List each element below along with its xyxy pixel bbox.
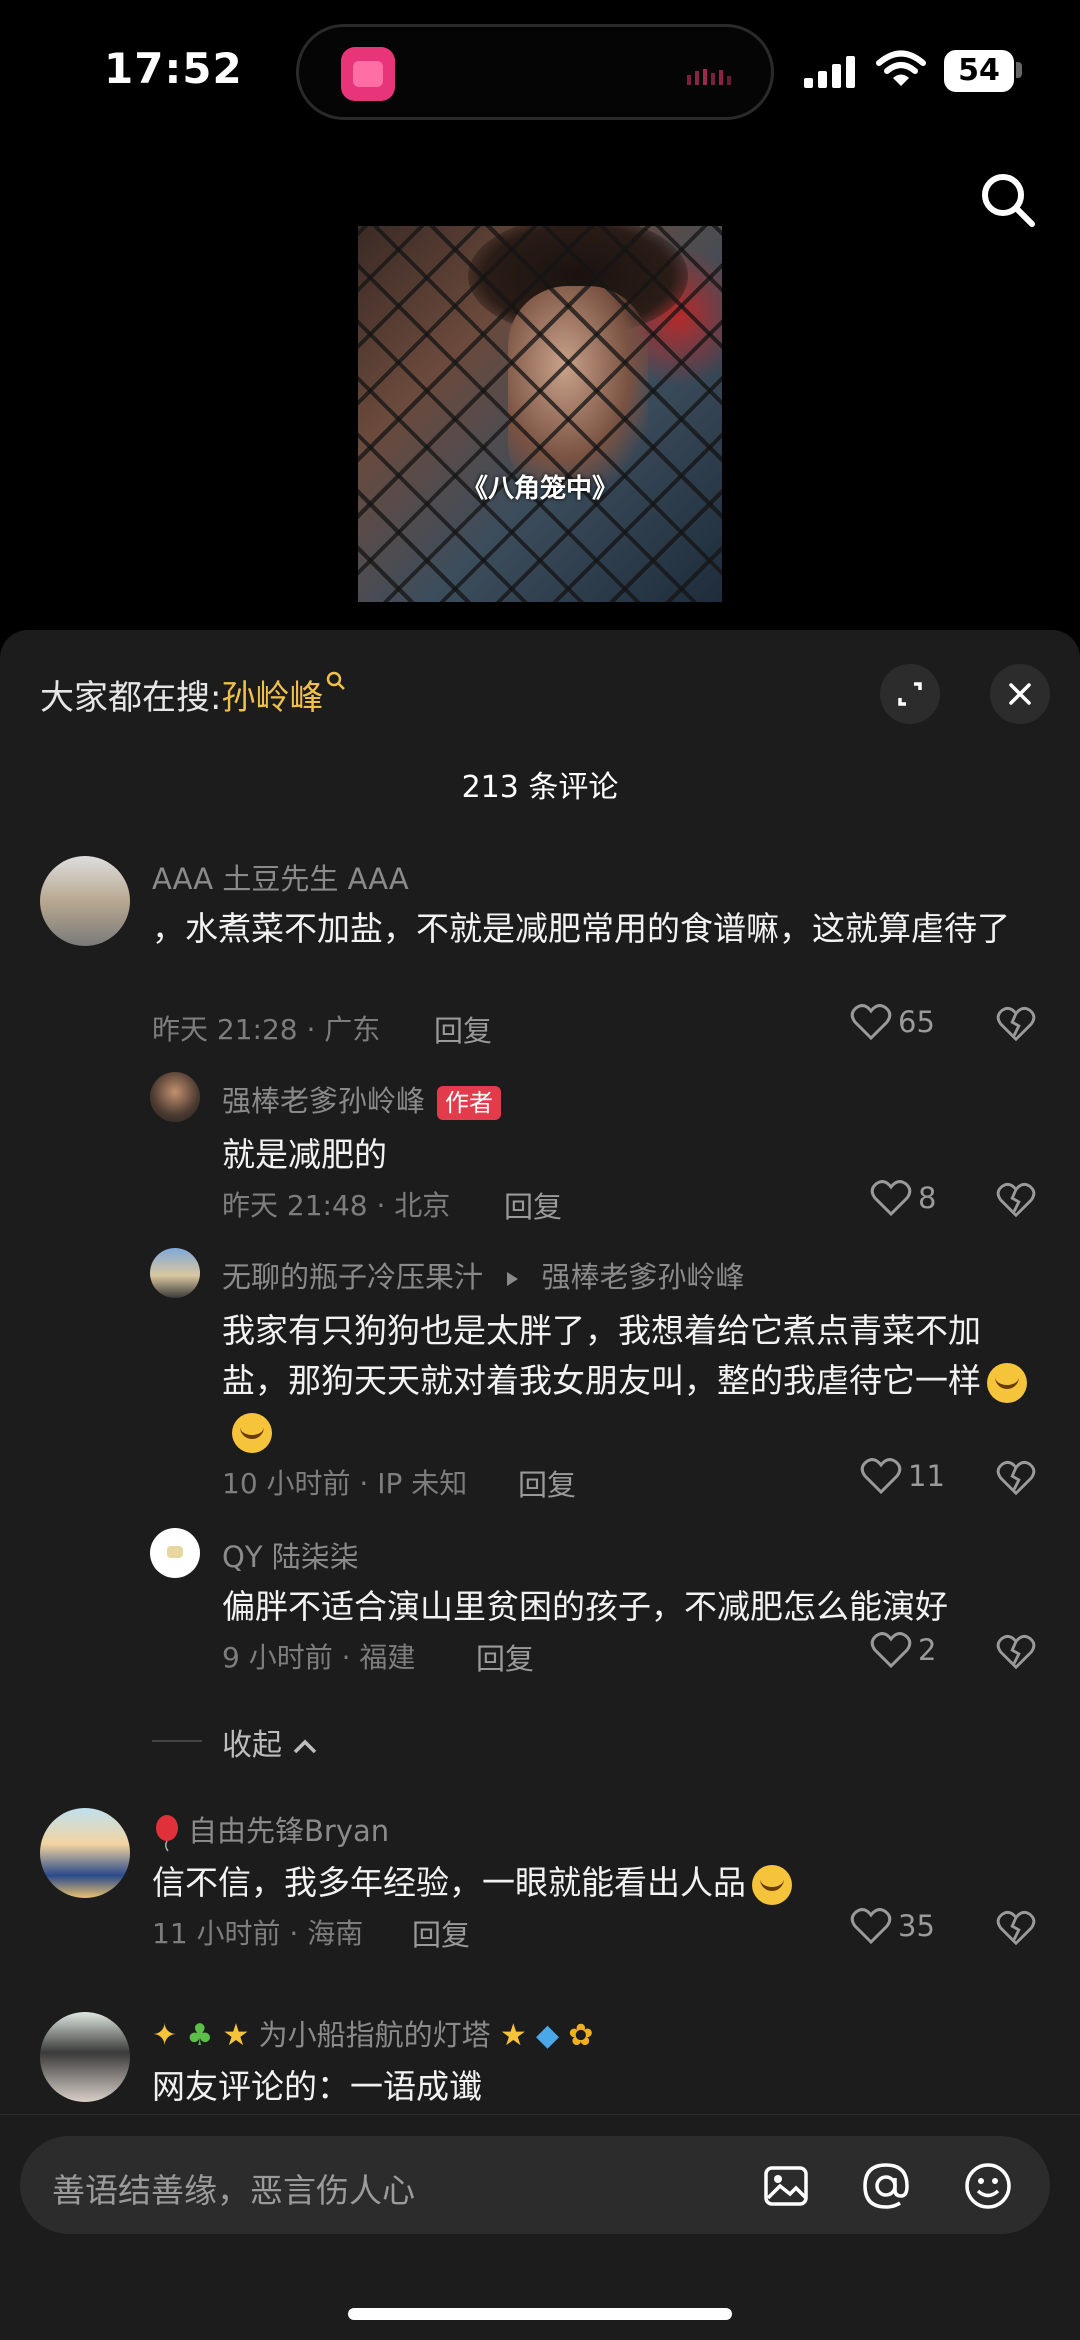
balloon-icon [156,1815,178,1852]
star-emoji: ★ [222,2018,250,2053]
close-button[interactable] [990,664,1050,724]
reply-to-username[interactable]: 强棒老爹孙岭峰 [541,1260,744,1294]
sprout-emoji: ♣ [186,2018,214,2053]
sparkles-emoji: ✦ [152,2018,178,2053]
like-button[interactable]: 65 [850,1002,935,1042]
reply-username[interactable]: 无聊的瓶子冷压果汁 强棒老爹孙岭峰 [222,1254,744,1296]
avatar[interactable] [40,1808,130,1898]
heart-icon [870,1180,912,1217]
cage-fence [358,226,722,602]
like-button[interactable]: 2 [870,1630,936,1670]
audio-wave-icon [687,69,731,85]
expand-button[interactable] [880,664,940,724]
video-thumbnail[interactable]: 《八角笼中》 [358,226,722,602]
mention-icon[interactable] [860,2160,912,2212]
heart-icon [860,1458,902,1495]
heart-icon [850,1004,892,1041]
search-small-icon [327,671,346,690]
dynamic-island [296,24,774,120]
wifi-icon [876,50,926,86]
sunflower-emoji: ✿ [568,2018,594,2053]
like-count: 11 [908,1459,945,1493]
crying-laughing-emoji [232,1412,272,1453]
comment-text-content: 信不信，我多年经验，一眼就能看出人品 [152,1863,746,1902]
close-icon [1009,683,1031,705]
heart-icon [870,1632,912,1669]
avatar[interactable] [150,1072,200,1122]
reply-meta: 10 小时前 · IP 未知 [222,1467,468,1500]
dislike-icon[interactable] [996,1632,1036,1672]
comment-meta: 11 小时前 · 海南 [152,1917,364,1950]
comment-count: 213 条评论 [461,770,619,805]
reply-text: 就是减肥的 [222,1135,387,1174]
comment-username[interactable]: 自由先锋Bryan [152,1808,389,1852]
reply-button[interactable]: 回复 [434,1008,492,1050]
hot-search-label: 大家都在搜: [40,678,222,718]
like-button[interactable]: 11 [860,1456,945,1496]
reply-button[interactable]: 回复 [412,1912,470,1954]
thinking-emoji [752,1864,792,1905]
chevron-up-icon [293,1739,316,1753]
avatar[interactable] [150,1528,200,1578]
comment-text: 网友评论的：一语成谶 [152,2067,482,2106]
comment-username[interactable]: AAA 土豆先生 AAA [152,856,409,898]
status-time: 17:52 [104,44,243,93]
collapse-label: 收起 [222,1728,282,1763]
reply-text: 我家有只狗狗也是太胖了，我想着给它煮点青菜不加盐，那狗天天就对着我女朋友叫，整的… [222,1306,1042,1456]
reply-username-text: 强棒老爹孙岭峰 [222,1084,426,1118]
whale-emoji: ◆ [535,2018,560,2053]
dislike-icon[interactable] [996,1908,1036,1948]
reply-button[interactable]: 回复 [504,1184,562,1226]
reply-meta: 昨天 21:48 · 北京 [222,1189,451,1222]
home-indicator[interactable] [348,2308,732,2320]
comment-sheet: 大家都在搜:孙岭峰 213 条评论 AAA 土豆先生 AAA ，水煮菜不加盐，不… [0,630,1080,2340]
reply-button[interactable]: 回复 [518,1462,576,1504]
like-button[interactable]: 35 [850,1906,935,1946]
comment-input[interactable]: 善语结善缘，恶言伤人心 [20,2136,1050,2234]
heart-icon [850,1908,892,1945]
app-icon [341,47,395,101]
author-badge: 作者 [437,1086,502,1120]
battery-indicator: 54 [944,50,1014,92]
dislike-icon[interactable] [996,1180,1036,1220]
comment-meta: 昨天 21:28 · 广东 [152,1013,381,1046]
like-count: 65 [898,1005,935,1039]
like-count: 8 [918,1181,937,1215]
comment-text: ，水煮菜不加盐，不就是减肥常用的食谱嘛，这就算虐待了 [152,909,1010,948]
collapse-button[interactable]: 收起 [222,1720,318,1764]
comment-input-placeholder: 善语结善缘，恶言伤人心 [52,2171,415,2210]
reply-username[interactable]: 强棒老爹孙岭峰 作者 [222,1078,502,1120]
search-icon[interactable] [978,170,1038,230]
collapse-divider [152,1740,202,1742]
video-caption: 《八角笼中》 [461,474,618,504]
avatar[interactable] [40,856,130,946]
comment-text: 信不信，我多年经验，一眼就能看出人品 [152,1858,1042,1908]
comment-username-text: 自由先锋Bryan [188,1814,390,1848]
crying-laughing-emoji [987,1362,1027,1403]
like-count: 2 [918,1633,937,1667]
reply-arrow-icon [507,1272,519,1286]
battery-tip [1016,62,1022,78]
hot-search-term[interactable]: 孙岭峰 [221,678,323,718]
dislike-icon[interactable] [996,1458,1036,1498]
reply-button[interactable]: 回复 [476,1636,534,1678]
reply-username-text: 无聊的瓶子冷压果汁 [222,1260,484,1294]
star-emoji: ★ [499,2018,527,2053]
avatar[interactable] [150,1248,200,1298]
like-count: 35 [898,1909,935,1943]
reply-text: 偏胖不适合演山里贫困的孩子，不减肥怎么能演好 [222,1587,948,1626]
signal-icon [804,56,855,88]
expand-icon [898,682,922,706]
comment-username[interactable]: ✦ ♣ ★ 为小船指航的灯塔 ★ ◆ ✿ [152,2012,593,2054]
reply-text-content: 我家有只狗狗也是太胖了，我想着给它煮点青菜不加盐，那狗天天就对着我女朋友叫，整的… [222,1311,981,1400]
avatar[interactable] [40,2012,130,2102]
emoji-icon[interactable] [962,2160,1014,2212]
reply-username[interactable]: QY 陆柒柒 [222,1534,359,1576]
reply-meta: 9 小时前 · 福建 [222,1641,416,1674]
hot-search-link[interactable]: 大家都在搜:孙岭峰 [40,670,347,719]
dislike-icon[interactable] [996,1004,1036,1044]
like-button[interactable]: 8 [870,1178,936,1218]
comment-username-text: 为小船指航的灯塔 [258,2018,491,2052]
image-icon[interactable] [762,2162,810,2210]
